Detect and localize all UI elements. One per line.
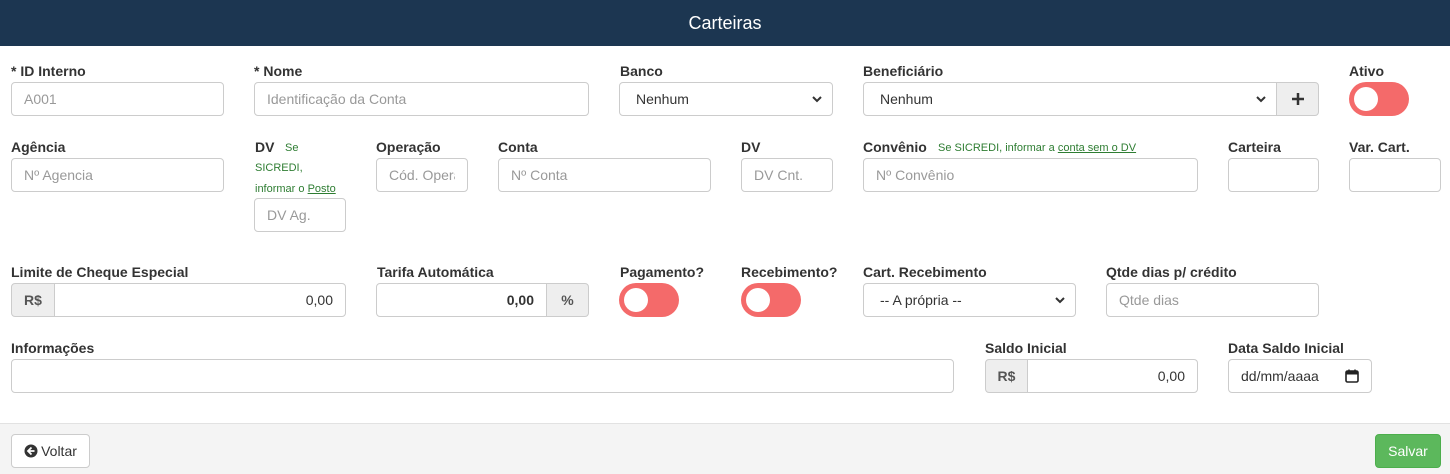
convenio-input[interactable]: [863, 158, 1198, 192]
conta-input[interactable]: [498, 158, 711, 192]
chevron-down-icon: [1055, 297, 1065, 304]
cart-recebimento-value: -- A própria --: [880, 292, 962, 308]
id-interno-label: * ID Interno: [11, 63, 86, 79]
chevron-down-icon: [812, 96, 822, 103]
posto-link[interactable]: Posto: [308, 183, 336, 195]
dv-conta-label: DV: [741, 139, 761, 155]
convenio-hint: Se SICREDI, informar a conta sem o DV: [938, 142, 1136, 154]
data-saldo-value: dd/mm/aaaa: [1241, 368, 1319, 384]
banco-label: Banco: [620, 63, 663, 79]
operacao-label: Operação: [376, 139, 441, 155]
dv-agencia-hint-2: SICREDI,: [255, 162, 303, 174]
cart-recebimento-select[interactable]: -- A própria --: [863, 283, 1076, 317]
limite-input[interactable]: [54, 283, 346, 317]
tarifa-label: Tarifa Automática: [377, 264, 494, 280]
informacoes-input[interactable]: [11, 359, 954, 393]
save-button[interactable]: Salvar: [1375, 434, 1441, 468]
page-title: Carteiras: [688, 12, 762, 33]
data-saldo-input[interactable]: dd/mm/aaaa: [1228, 359, 1372, 393]
limite-label: Limite de Cheque Especial: [11, 264, 189, 280]
back-button[interactable]: Voltar: [11, 434, 90, 468]
carteira-input[interactable]: [1228, 158, 1319, 192]
calendar-icon[interactable]: [1345, 369, 1359, 383]
var-cart-input[interactable]: [1349, 158, 1441, 192]
ativo-label: Ativo: [1349, 63, 1384, 79]
nome-label: * Nome: [254, 63, 303, 79]
dv-agencia-hint-3: informar o Posto: [255, 183, 336, 195]
ativo-toggle[interactable]: [1349, 82, 1409, 116]
saldo-inicial-input[interactable]: [1027, 359, 1198, 393]
beneficiario-select-value: Nenhum: [880, 91, 933, 107]
tarifa-percent-addon: %: [546, 283, 589, 317]
banco-select[interactable]: Nenhum: [619, 82, 833, 116]
recebimento-label: Recebimento?: [741, 264, 838, 280]
data-saldo-label: Data Saldo Inicial: [1228, 340, 1344, 356]
dv-agencia-hint-1: Se: [285, 142, 299, 154]
conta-sem-dv-link[interactable]: conta sem o DV: [1058, 142, 1136, 154]
recebimento-toggle[interactable]: [741, 283, 801, 317]
limite-currency-addon: R$: [11, 283, 55, 317]
var-cart-label: Var. Cart.: [1349, 139, 1410, 155]
dv-agencia-input[interactable]: [254, 198, 346, 232]
informacoes-label: Informações: [11, 340, 95, 356]
cart-recebimento-label: Cart. Recebimento: [863, 264, 987, 280]
qtde-dias-input[interactable]: [1106, 283, 1319, 317]
beneficiario-label: Beneficiário: [863, 63, 944, 79]
operacao-input[interactable]: [376, 158, 468, 192]
toggle-knob: [1354, 87, 1378, 111]
pagamento-toggle[interactable]: [619, 283, 679, 317]
dv-conta-input[interactable]: [741, 158, 833, 192]
saldo-inicial-label: Saldo Inicial: [985, 340, 1067, 356]
convenio-hint-text: Se SICREDI, informar a: [938, 142, 1055, 154]
arrow-circle-left-icon: [24, 444, 38, 458]
dv-agencia-label: DV: [255, 139, 275, 155]
pagamento-label: Pagamento?: [620, 264, 705, 280]
convenio-label: Convênio: [863, 139, 927, 155]
banco-select-value: Nenhum: [636, 91, 689, 107]
nome-input[interactable]: [254, 82, 589, 116]
page-header: Carteiras: [0, 0, 1450, 46]
toggle-knob: [746, 288, 770, 312]
agencia-label: Agência: [11, 139, 66, 155]
tarifa-input[interactable]: [376, 283, 547, 317]
dv-agencia-hint-3-text: informar o: [255, 183, 305, 195]
toggle-knob: [624, 288, 648, 312]
qtde-dias-label: Qtde dias p/ crédito: [1106, 264, 1237, 280]
chevron-down-icon: [1256, 96, 1266, 103]
conta-label: Conta: [498, 139, 538, 155]
back-button-label: Voltar: [41, 443, 77, 459]
add-beneficiario-button[interactable]: [1276, 82, 1319, 116]
saldo-currency-addon: R$: [985, 359, 1028, 393]
plus-icon: [1291, 93, 1304, 105]
form-footer: Voltar Salvar: [0, 423, 1450, 474]
beneficiario-select[interactable]: Nenhum: [863, 82, 1277, 116]
id-interno-input[interactable]: [11, 82, 224, 116]
carteira-label: Carteira: [1228, 139, 1281, 155]
agencia-input[interactable]: [11, 158, 224, 192]
